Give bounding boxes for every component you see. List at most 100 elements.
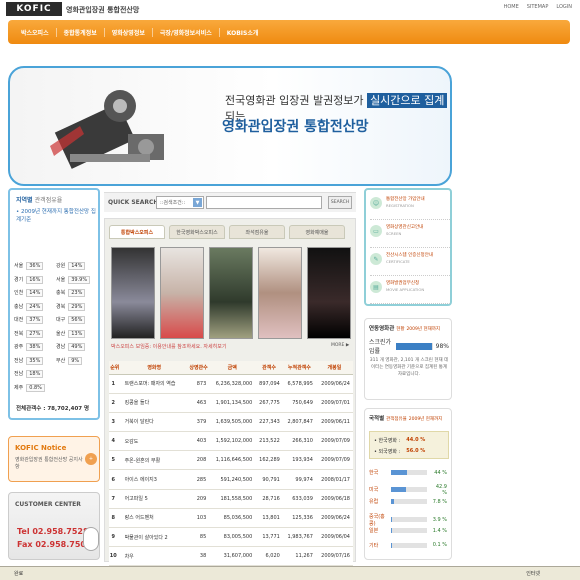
table-cell: 4 [109,431,121,452]
region-cell: 강원 14% [56,262,96,270]
table-cell: 208 [187,450,210,471]
region-cell: 전북 27% [14,329,54,338]
search-condition-select[interactable]: ::검색조건:: ▼ [156,196,204,209]
nav-item-screening[interactable]: 영화상영정보 [105,27,153,37]
nation-pct: 7.8 % [432,498,447,505]
screen-join-rate: 스크린가입률 98% [369,339,449,355]
kofic-logo[interactable]: KOFIC [6,2,62,16]
search-label: QUICK SEARCH [108,199,159,206]
login-link[interactable]: LOGIN [556,4,572,10]
movie-poster[interactable] [307,247,351,339]
movie-poster[interactable] [209,247,253,339]
region-name: 제주 [14,384,24,391]
region-row: 광주 38% 경남 49% [14,343,96,351]
table-row[interactable]: 10 차우 38 31,607,000 6,020 11,267 2009/07/16 [109,546,353,567]
service-panel: ☺ 통합전산망 가입안내 REGISTRATION ▭ 영화상영관신고안내 SCREEN ✎… [364,188,452,306]
status-title-sub: 현황 [396,327,405,332]
column-header: 순위 [109,361,121,375]
table-cell: 266,310 [282,431,316,452]
service-item[interactable]: ▤ 영화발권업무신청 MOVIE APPLICATION [370,278,450,304]
table-cell[interactable]: 트랜스포머: 패자의 역습 [120,374,188,394]
status-zone: 인터넷 [526,571,540,577]
sitemap-link[interactable]: SITEMAP [527,4,549,10]
nav-item-statistics[interactable]: 종합통계정보 [57,27,105,37]
service-item[interactable]: ☺ 통합전산망 가입안내 REGISTRATION [370,194,450,220]
nation-summary-box: • 한국영화 : 44.0 % • 외국영화 : 56.0 % [369,431,449,459]
region-cell: 서울 36% [14,262,54,270]
table-cell[interactable]: 킹콩을 들다 [120,393,188,413]
table-cell[interactable]: 오감도 [120,431,188,452]
nation-bar-fill [391,528,392,533]
table-row[interactable]: 4 오감도 403 1,592,102,000 213,522 266,310 2009/0… [109,431,353,452]
tab-korean-boxoffice[interactable]: 한국영화박스오피스 [169,225,225,239]
notice-panel[interactable]: KOFIC Notice 영화관입장권 통합전산망 공지사항 + [8,436,100,482]
boxoffice-more-link[interactable]: MORE ▶ [331,343,349,348]
status-date: 2009년 현재까지 [406,327,441,332]
tab-integrated-boxoffice[interactable]: 통합박스오피스 [109,225,165,239]
search-input[interactable] [206,196,322,209]
table-cell[interactable]: 아이스 에이지3 [120,469,188,490]
table-row[interactable]: 3 거북이 달린다 379 1,639,505,000 227,343 2,807,847… [109,412,353,433]
table-row[interactable]: 1 트랜스포머: 패자의 역습 873 6,236,328,000 897,094 6,5… [109,374,353,394]
customer-center-fax: Fax 02.958.7502 [17,540,92,549]
foreign-film-share: • 외국영화 : 56.0 % [374,448,425,455]
nation-date: 2009년 현재까지 [408,417,443,422]
nav-item-about[interactable]: KOBIS소개 [220,28,266,37]
table-header-row: 순위 영화명 상영관수 금액 관객수 누적관객수 개봉일 [109,361,353,375]
boxoffice-info-line[interactable]: 박스오피스 보임증: 이용안내를 참조하세요. 자세히보기 [111,343,226,350]
quick-search-bar: QUICK SEARCH ::검색조건:: ▼ SEARCH [104,192,356,212]
nb-value: 56.0 % [406,448,426,454]
movie-poster[interactable] [111,247,155,339]
table-row[interactable]: 5 주온-원혼의 부활 208 1,116,646,500 162,289 193,934… [109,450,353,471]
movie-poster[interactable] [258,247,302,339]
search-button[interactable]: SEARCH [328,196,352,209]
tab-reservation[interactable]: 영화예매율 [289,225,345,239]
table-row[interactable]: 9 박물관이 살아있다 2 85 83,005,500 13,771 1,983,767 2… [109,527,353,548]
table-row[interactable]: 8 랑스 어드벤처 103 85,036,500 13,801 125,336 2009/0… [109,508,353,529]
table-cell: 2009/06/24 [315,374,353,394]
nation-pct: 44 % [434,469,447,476]
chevron-down-icon[interactable]: ▼ [193,198,202,207]
table-cell[interactable]: 거북이 달린다 [120,412,188,433]
home-link[interactable]: HOME [504,4,519,10]
table-cell[interactable]: 랑스 어드벤처 [120,508,188,529]
region-value: 56% [68,316,86,324]
table-cell: 379 [187,412,210,433]
region-row: 전남 18% [14,370,96,378]
movie-poster[interactable] [160,247,204,339]
region-value: 16% [26,275,44,284]
nav-item-theater-service[interactable]: 극장/영화정보서비스 [153,27,220,37]
region-name: 서울 [14,263,24,269]
region-row: 대전 37% 대구 56% [14,316,96,324]
table-row[interactable]: 6 아이스 에이지3 285 591,240,500 90,791 99,974 2008/… [109,469,353,490]
region-name: 울산 [56,330,66,337]
table-row[interactable]: 7 어고파일 5 209 181,558,500 28,716 633,039 2009/0… [109,489,353,509]
table-cell[interactable]: 박물관이 살아있다 2 [120,527,188,548]
region-name: 경기 [14,276,24,283]
region-value: 36% [26,262,44,270]
service-item[interactable]: ▭ 영화상영관신고안내 SCREEN [370,222,450,248]
table-cell[interactable]: 어고파일 5 [120,489,188,509]
browser-statusbar: 완료 인터넷 [0,566,580,580]
region-value: 39.9% [68,275,91,284]
nav-item-boxoffice[interactable]: 박스오피스 [14,27,57,37]
table-row[interactable]: 2 킹콩을 들다 463 1,901,134,500 267,775 750,649 200… [109,393,353,413]
region-total-value: 78,702,407 명 [47,406,90,412]
notice-more-button[interactable]: + [85,453,97,465]
table-cell: 125,336 [282,508,316,529]
table-cell: 6,020 [255,546,283,567]
tab-seat-share[interactable]: 좌석점유율 [229,225,285,239]
region-name: 충남 [14,303,24,310]
table-cell: 2009/07/09 [315,450,353,471]
nation-name: 일본 [369,528,379,534]
table-cell[interactable]: 차우 [120,546,188,567]
region-name: 서울 [56,276,66,283]
nb-value: 44.0 % [406,437,426,443]
region-cell: 충남 24% [14,302,54,311]
service-sub: MOVIE APPLICATION [386,287,425,292]
region-value: 35% [26,356,44,365]
table-cell[interactable]: 주온-원혼의 부활 [120,450,188,471]
site-title: 영화관입장권 통합전산망 [66,6,140,14]
service-item[interactable]: ✎ 전산시스템 인증신청안내 CERTIFICATE [370,250,450,276]
boxoffice-rank-body: 1 트랜스포머: 패자의 역습 873 6,236,328,000 897,094 6,5… [109,374,353,567]
